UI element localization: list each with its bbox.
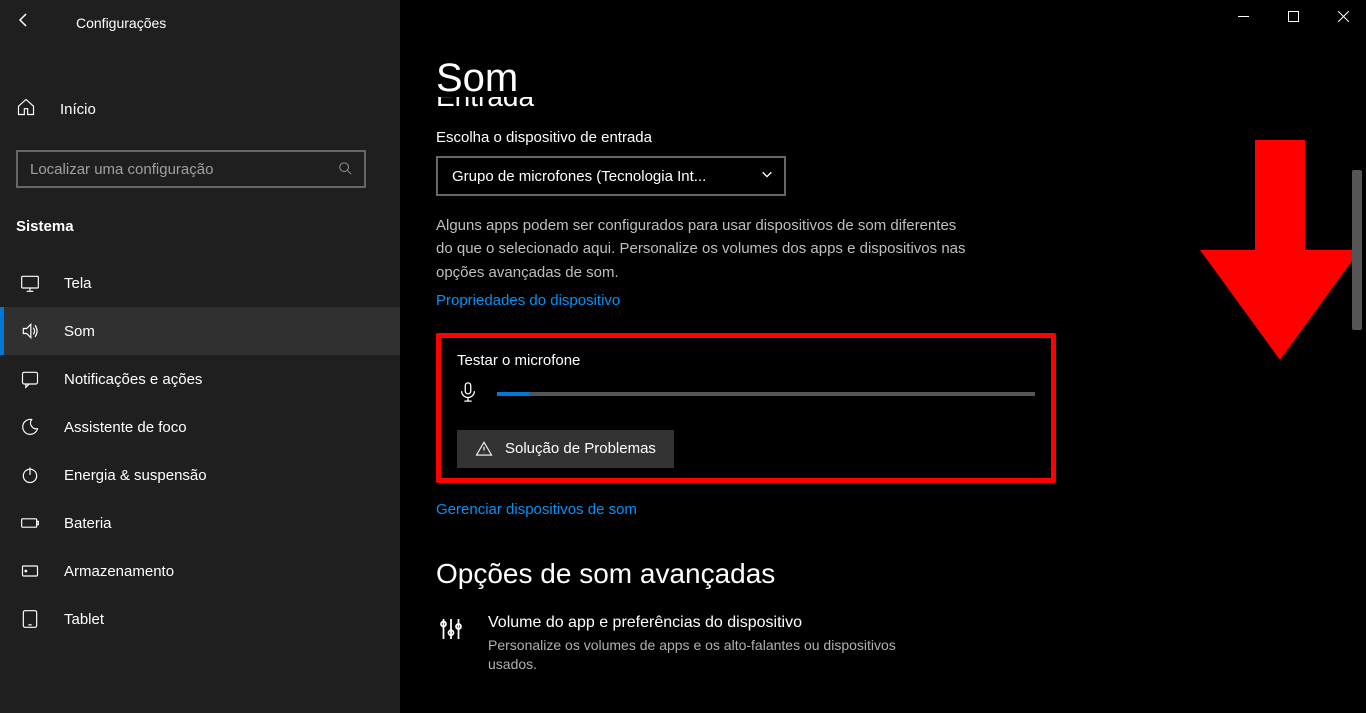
nav-item-tela[interactable]: Tela (0, 259, 400, 307)
nav-label: Tablet (64, 611, 104, 628)
input-device-label: Escolha o dispositivo de entrada (436, 129, 1040, 146)
nav-item-som[interactable]: Som (0, 307, 400, 355)
vertical-scrollbar[interactable] (1348, 40, 1362, 700)
tablet-icon (20, 609, 40, 629)
sidebar-category: Sistema (0, 208, 400, 259)
nav-item-armazenamento[interactable]: Armazenamento (0, 547, 400, 595)
moon-icon (20, 417, 40, 437)
titlebar-controls (1220, 0, 1366, 32)
nav-item-bateria[interactable]: Bateria (0, 499, 400, 547)
close-button[interactable] (1320, 0, 1366, 32)
troubleshoot-button[interactable]: Solução de Problemas (457, 430, 674, 468)
nav-label: Assistente de foco (64, 419, 187, 436)
advanced-option-title: Volume do app e preferências do disposit… (488, 614, 948, 632)
troubleshoot-label: Solução de Problemas (505, 440, 656, 457)
test-mic-label: Testar o microfone (457, 352, 1035, 369)
display-icon (20, 273, 40, 293)
annotation-highlight-box: Testar o microfone Solução de Problemas (436, 333, 1056, 483)
nav-label: Bateria (64, 515, 112, 532)
input-device-value: Grupo de microfones (Tecnologia Int... (452, 168, 760, 185)
mixer-icon (436, 614, 466, 649)
input-device-description: Alguns apps podem ser configurados para … (436, 214, 976, 284)
sidebar: Configurações Início Sistema Tela (0, 0, 400, 713)
input-device-dropdown[interactable]: Grupo de microfones (Tecnologia Int... (436, 156, 786, 196)
mic-level-fill (497, 392, 529, 396)
annotation-red-arrow (1200, 140, 1360, 365)
device-properties-link[interactable]: Propriedades do dispositivo (436, 292, 620, 309)
sound-icon (20, 321, 40, 341)
manage-devices-link[interactable]: Gerenciar dispositivos de som (436, 501, 637, 518)
home-button[interactable]: Início (0, 81, 400, 136)
nav-label: Armazenamento (64, 563, 174, 580)
section-heading-entrada: Entrada (436, 97, 1040, 107)
nav-label: Som (64, 323, 95, 340)
warning-icon (475, 440, 493, 458)
search-input-box[interactable] (16, 150, 366, 188)
nav-item-tablet[interactable]: Tablet (0, 595, 400, 643)
main-content: Som Entrada Escolha o dispositivo de ent… (400, 0, 1366, 713)
advanced-options-heading: Opções de som avançadas (436, 558, 1040, 590)
nav-item-energia[interactable]: Energia & suspensão (0, 451, 400, 499)
search-icon (338, 161, 352, 178)
window-title: Configurações (76, 15, 166, 31)
nav-item-assistente-foco[interactable]: Assistente de foco (0, 403, 400, 451)
power-icon (20, 465, 40, 485)
maximize-button[interactable] (1270, 0, 1316, 32)
microphone-icon (457, 381, 479, 408)
nav-label: Energia & suspensão (64, 467, 207, 484)
home-label: Início (60, 101, 96, 118)
chevron-down-icon (760, 167, 774, 186)
settings-window: Configurações Início Sistema Tela (0, 0, 1366, 713)
mic-level-meter (497, 392, 1035, 396)
page-title: Som (436, 56, 1040, 101)
message-icon (20, 369, 40, 389)
battery-icon (20, 513, 40, 533)
home-icon (16, 97, 36, 122)
search-input[interactable] (30, 161, 338, 178)
advanced-option-app-volume[interactable]: Volume do app e preferências do disposit… (436, 614, 1040, 675)
nav-label: Notificações e ações (64, 371, 202, 388)
nav-item-notificacoes[interactable]: Notificações e ações (0, 355, 400, 403)
advanced-option-desc: Personalize os volumes de apps e os alto… (488, 636, 948, 675)
storage-icon (20, 561, 40, 581)
back-arrow-icon[interactable] (16, 12, 32, 33)
nav-label: Tela (64, 275, 92, 292)
minimize-button[interactable] (1220, 0, 1266, 32)
